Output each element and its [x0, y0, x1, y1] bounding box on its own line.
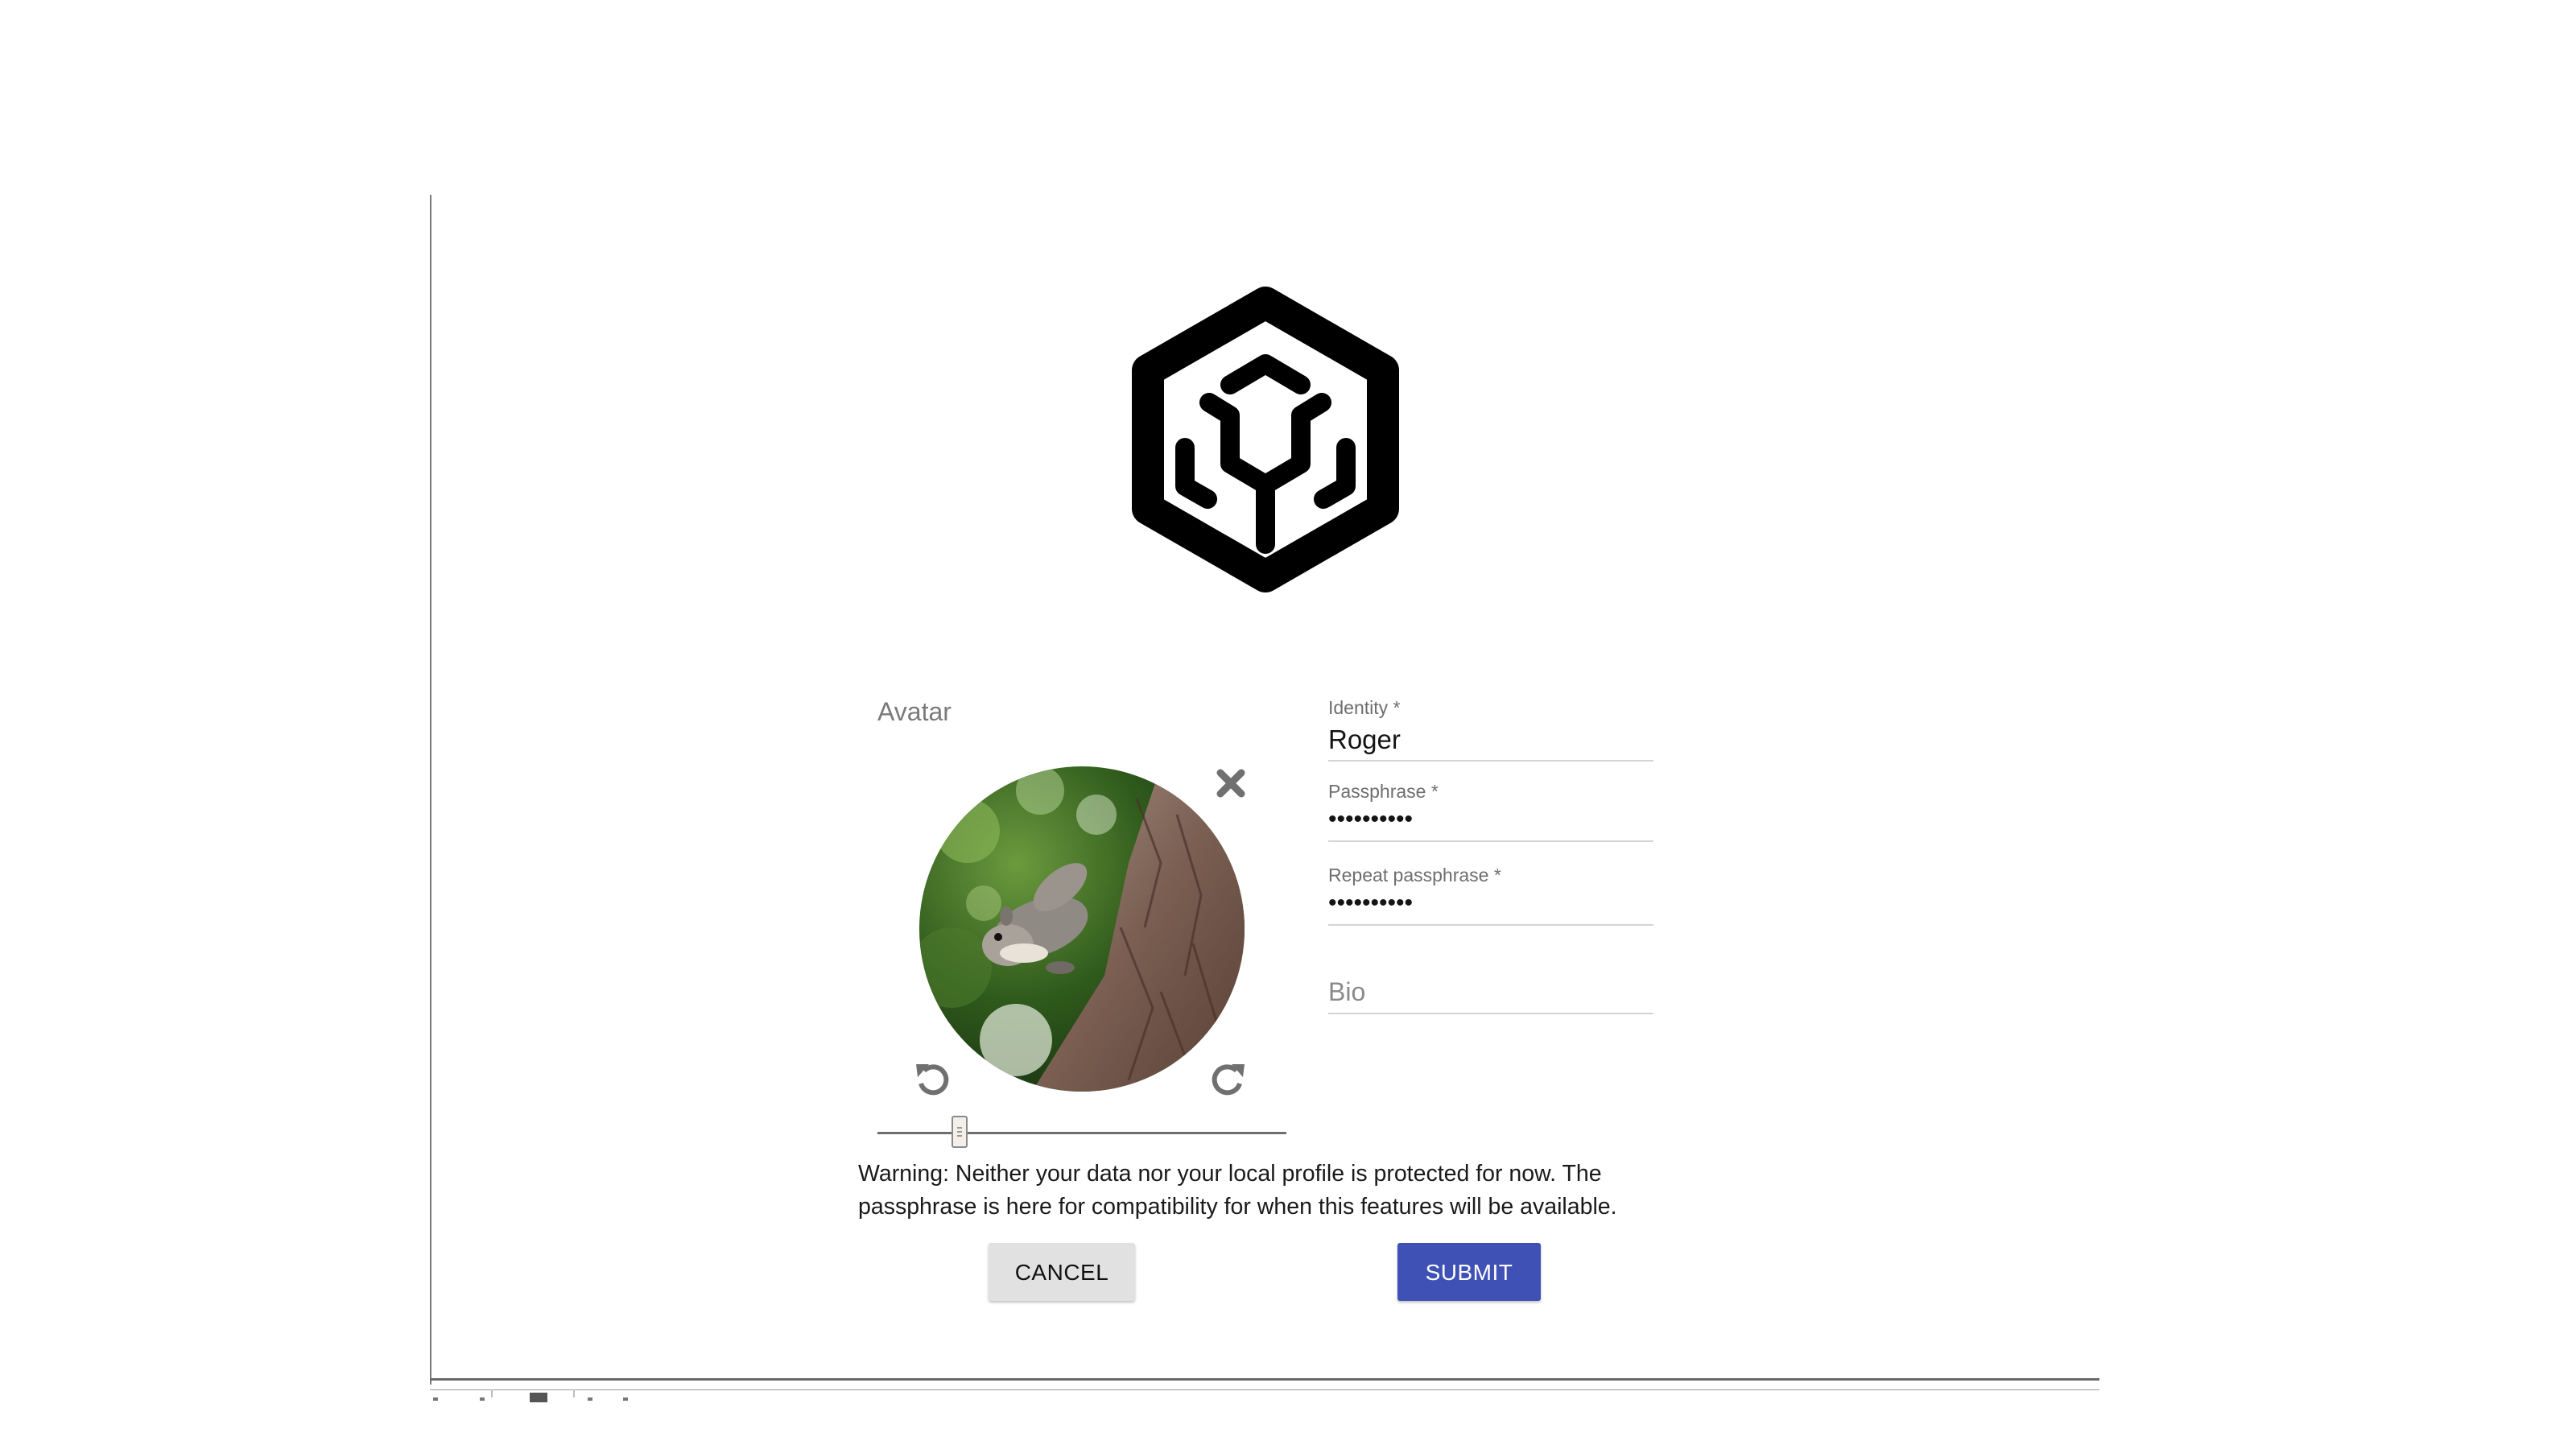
passphrase-underline — [1328, 840, 1653, 842]
zoom-slider-thumb[interactable] — [951, 1116, 968, 1148]
rotate-left-icon[interactable] — [913, 1059, 952, 1098]
bio-underline — [1328, 1013, 1653, 1014]
bio-input[interactable]: Bio — [1328, 977, 1653, 1009]
taskbar-remnant — [430, 1389, 671, 1402]
repeat-passphrase-underline — [1328, 924, 1653, 926]
passphrase-field[interactable]: Passphrase * •••••••••• — [1328, 781, 1653, 842]
zoom-slider[interactable] — [877, 1113, 1286, 1153]
warning-text: Warning: Neither your data nor your loca… — [858, 1161, 1617, 1220]
submit-button[interactable]: SUBMIT — [1397, 1243, 1541, 1301]
window-left-border — [430, 195, 431, 1385]
passphrase-label: Passphrase * — [1328, 781, 1439, 802]
identity-underline — [1328, 760, 1653, 762]
identity-label: Identity * — [1328, 697, 1401, 718]
cancel-button[interactable]: CANCEL — [989, 1243, 1135, 1301]
bio-field[interactable]: Bio — [1328, 977, 1653, 1014]
identity-input[interactable]: Roger — [1328, 724, 1653, 757]
hexagon-logo-icon — [1132, 287, 1399, 592]
repeat-passphrase-input[interactable]: •••••••••• — [1328, 891, 1653, 921]
close-icon[interactable] — [1214, 766, 1248, 800]
avatar-label: Avatar — [877, 697, 952, 726]
rotate-right-icon[interactable] — [1209, 1059, 1248, 1098]
identity-field[interactable]: Identity * Roger — [1328, 697, 1653, 762]
zoom-slider-track — [877, 1132, 1286, 1134]
window-bottom-border — [430, 1378, 2099, 1381]
passphrase-input[interactable]: •••••••••• — [1328, 807, 1653, 837]
window-bottom-border-secondary — [430, 1389, 2099, 1390]
avatar-image[interactable] — [919, 766, 1245, 1092]
repeat-passphrase-label: Repeat passphrase * — [1328, 865, 1501, 886]
repeat-passphrase-field[interactable]: Repeat passphrase * •••••••••• — [1328, 865, 1653, 926]
